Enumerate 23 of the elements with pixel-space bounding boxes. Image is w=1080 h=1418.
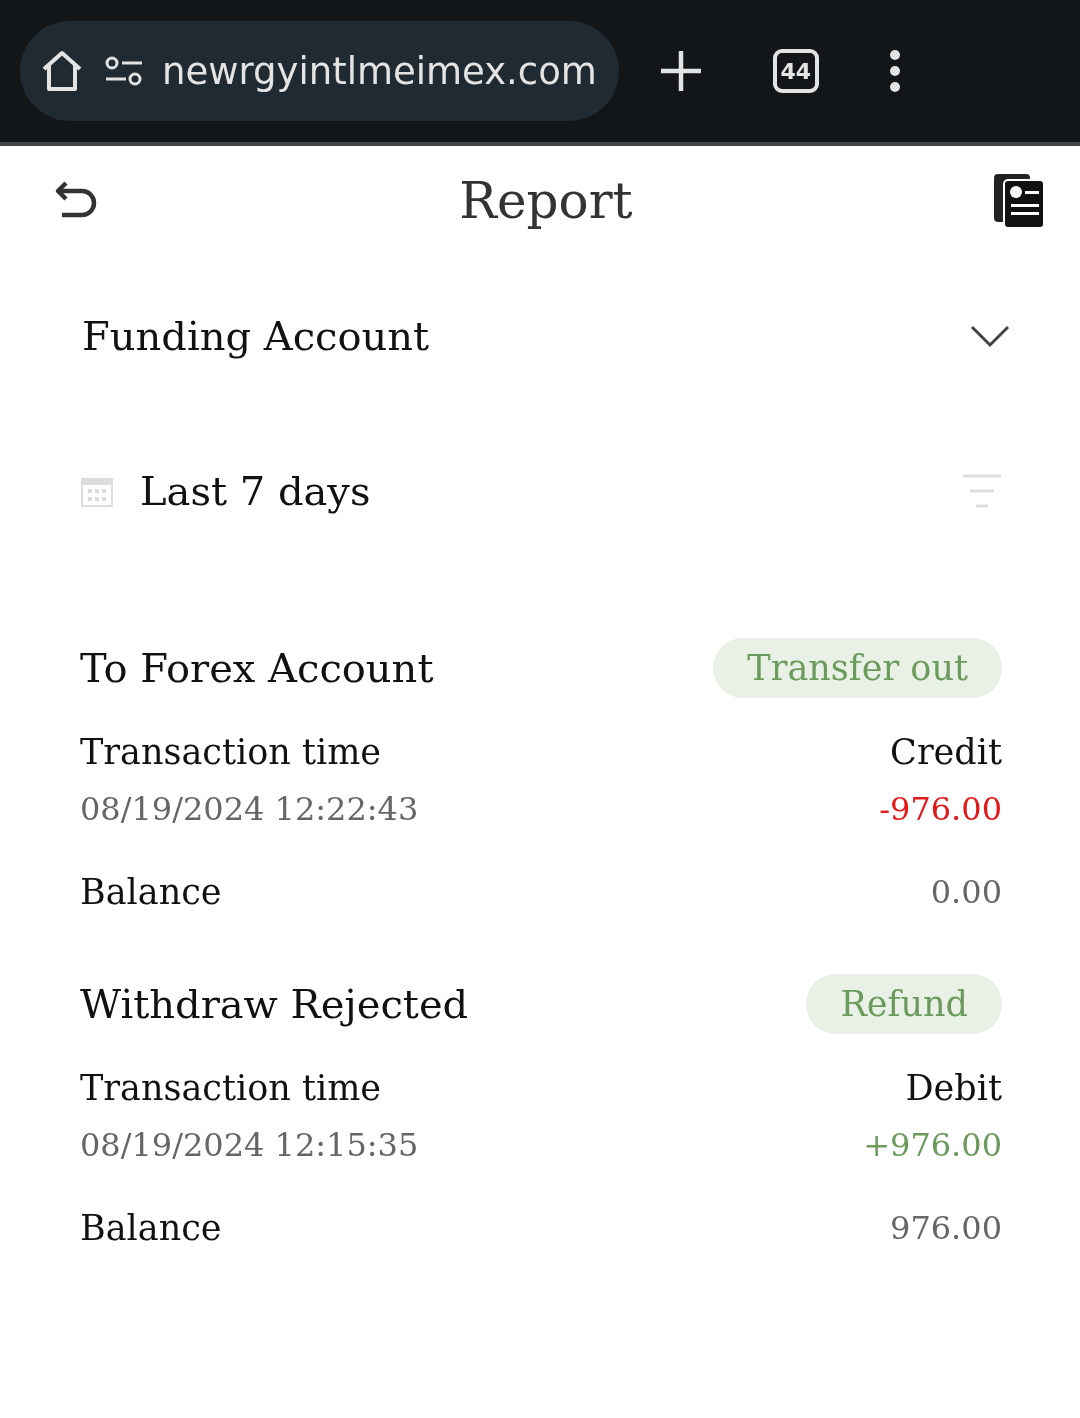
balance-value: 0.00 — [930, 873, 1002, 911]
account-selector[interactable]: Funding Account — [0, 266, 1080, 406]
entry-type-label: Credit — [890, 732, 1002, 772]
amount: -976.00 — [879, 790, 1002, 828]
transaction-title: To Forex Account — [80, 645, 434, 691]
address-bar[interactable]: newrgyintlmeimex.com — [20, 21, 619, 121]
balance-value: 976.00 — [890, 1209, 1002, 1247]
type-tag: Transfer out — [713, 638, 1002, 698]
balance-label: Balance — [80, 872, 222, 912]
type-tag: Refund — [806, 974, 1002, 1034]
url-text: newrgyintlmeimex.com — [162, 49, 597, 93]
transaction-time: 08/19/2024 12:15:35 — [80, 1126, 419, 1164]
balance-label: Balance — [80, 1208, 222, 1248]
time-label: Transaction time — [80, 1068, 382, 1108]
transaction-title: Withdraw Rejected — [80, 981, 469, 1027]
entry-type-label: Debit — [905, 1068, 1002, 1108]
page-title: Report — [459, 172, 633, 230]
time-label: Transaction time — [80, 732, 382, 772]
tab-count[interactable]: 44 — [772, 49, 819, 93]
amount: +976.00 — [863, 1126, 1002, 1164]
period-label[interactable]: Last 7 days — [140, 468, 371, 514]
account-label: Funding Account — [82, 313, 430, 359]
transaction-time: 08/19/2024 12:22:43 — [80, 790, 419, 828]
